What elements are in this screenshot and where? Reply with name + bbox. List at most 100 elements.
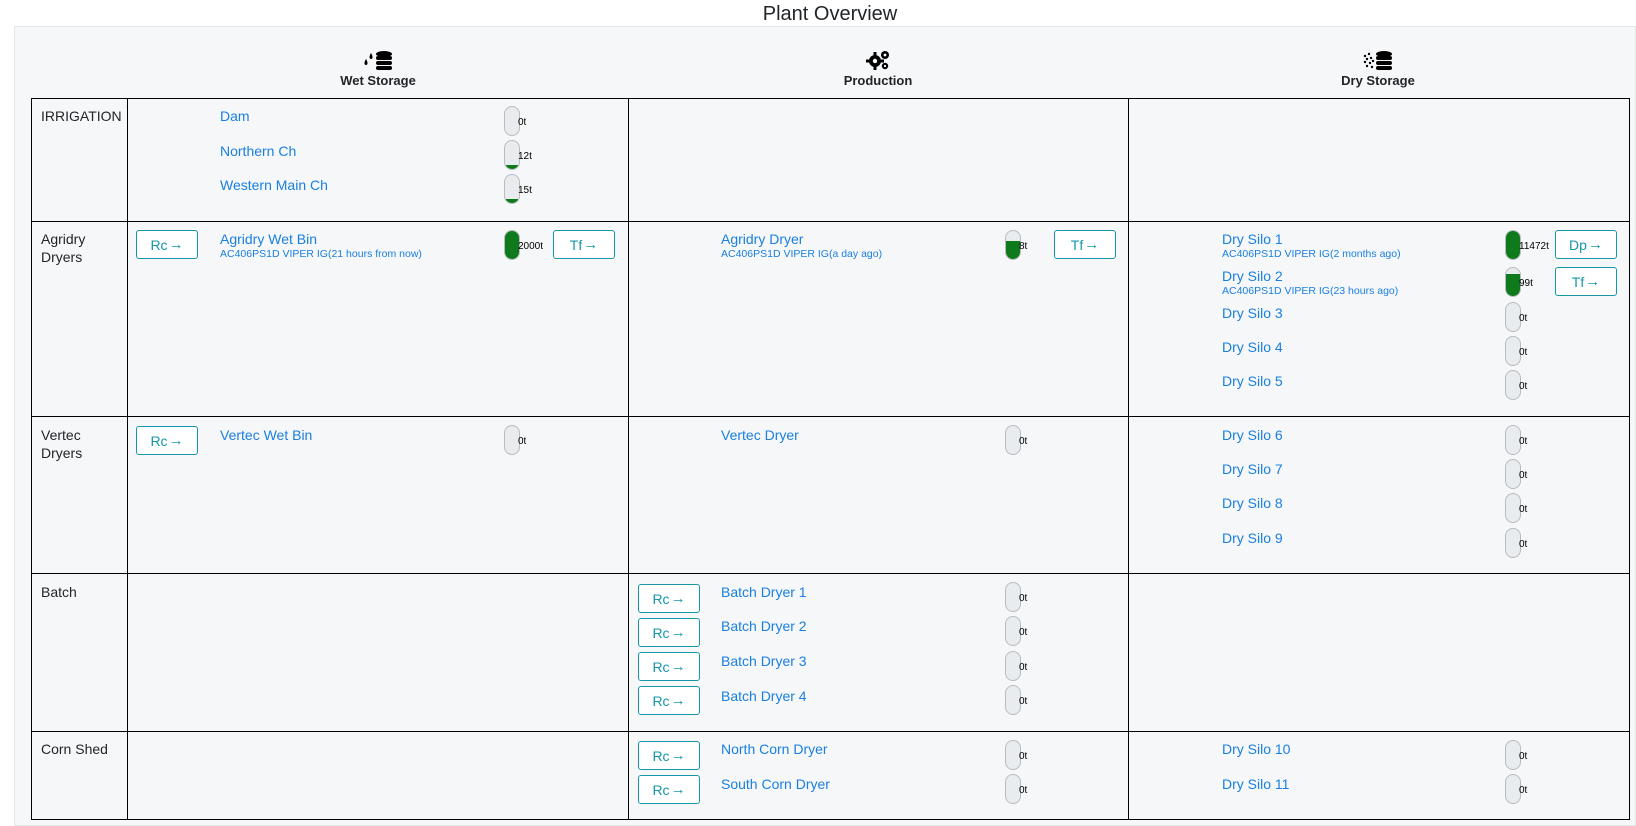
unit-dry-silo-10: Dry Silo 10 xyxy=(1222,741,1290,758)
unit-name-link[interactable]: South Corn Dryer xyxy=(721,776,830,793)
grid-line xyxy=(31,819,1630,820)
unit-batch-info: AC406PS1D VIPER IG(21 hours from now) xyxy=(220,248,422,260)
grid-line xyxy=(1128,98,1129,820)
unit-dry-silo-7: Dry Silo 7 xyxy=(1222,461,1283,478)
unit-name-link[interactable]: Dry Silo 10 xyxy=(1222,741,1290,758)
unit-batch-dryer-1: Batch Dryer 1 xyxy=(721,584,807,601)
button-label: Rc xyxy=(652,781,670,798)
level-gauge-fill xyxy=(505,164,519,169)
row-label-batch: Batch xyxy=(41,584,77,600)
quantity-label: 12t xyxy=(518,151,532,162)
unit-name-link[interactable]: Batch Dryer 1 xyxy=(721,584,807,601)
unit-batch-dryer-3: Batch Dryer 3 xyxy=(721,653,807,670)
unit-name-link[interactable]: Batch Dryer 3 xyxy=(721,653,807,670)
button-label: Dp xyxy=(1569,236,1587,253)
arrow-right-icon: → xyxy=(1587,236,1603,253)
quantity-label: 8t xyxy=(1019,241,1028,252)
unit-name-link[interactable]: Batch Dryer 2 xyxy=(721,618,807,635)
unit-name-link[interactable]: Dry Silo 2 xyxy=(1222,268,1398,285)
quantity-label: 0t xyxy=(518,117,527,128)
receive-button-batch-dryer-1[interactable]: Rc → xyxy=(638,584,700,613)
unit-name-link[interactable]: Dry Silo 5 xyxy=(1222,373,1283,390)
button-label: Tf xyxy=(1571,273,1585,290)
quantity-label: 2000t xyxy=(518,241,544,252)
unit-name-link[interactable]: Agridry Wet Bin xyxy=(220,231,422,248)
receive-button-batch-dryer-2[interactable]: Rc → xyxy=(638,618,700,647)
level-gauge-fill xyxy=(1506,231,1520,259)
unit-dry-silo-4: Dry Silo 4 xyxy=(1222,339,1283,356)
unit-vertec-wet-bin: Vertec Wet Bin xyxy=(220,427,312,444)
row-label-vertec-dryers: Vertec Dryers xyxy=(41,427,83,461)
grid-line xyxy=(31,221,1630,222)
grid-line xyxy=(31,573,1630,574)
quantity-label: 0t xyxy=(1519,751,1528,762)
grid-line xyxy=(31,731,1630,732)
unit-batch-info: AC406PS1D VIPER IG(23 hours ago) xyxy=(1222,285,1399,297)
unit-name-link[interactable]: Northern Ch xyxy=(220,143,296,160)
unit-name-link[interactable]: North Corn Dryer xyxy=(721,741,828,758)
transfer-button-agridry-dryer[interactable]: Tf → xyxy=(1054,230,1116,259)
dispatch-button-dry-silo-1[interactable]: Dp → xyxy=(1555,230,1617,259)
arrow-right-icon: → xyxy=(168,236,184,253)
unit-name-link[interactable]: Dry Silo 4 xyxy=(1222,339,1283,356)
receive-button-south-corn-dryer[interactable]: Rc → xyxy=(638,775,700,804)
unit-dry-silo-9: Dry Silo 9 xyxy=(1222,530,1283,547)
arrow-right-icon: → xyxy=(1084,236,1100,253)
unit-dry-silo-6: Dry Silo 6 xyxy=(1222,427,1283,444)
quantity-label: 0t xyxy=(1519,470,1528,481)
receive-button-agridry-wet-bin[interactable]: Rc → xyxy=(136,230,198,259)
unit-name-link[interactable]: Dry Silo 9 xyxy=(1222,530,1283,547)
unit-name-link[interactable]: Dry Silo 1 xyxy=(1222,231,1401,248)
quantity-label: 0t xyxy=(1019,785,1028,796)
unit-dry-silo-11: Dry Silo 11 xyxy=(1222,776,1289,793)
unit-dam: Dam xyxy=(220,108,250,125)
transfer-button-agridry-wet-bin[interactable]: Tf → xyxy=(553,230,615,259)
unit-name-link[interactable]: Dry Silo 7 xyxy=(1222,461,1283,478)
unit-northern-ch: Northern Ch xyxy=(220,143,296,160)
quantity-label: 0t xyxy=(1519,436,1528,447)
unit-batch-dryer-2: Batch Dryer 2 xyxy=(721,618,807,635)
unit-name-link[interactable]: Dry Silo 6 xyxy=(1222,427,1283,444)
quantity-label: 0t xyxy=(1019,751,1028,762)
grid-line xyxy=(31,98,32,820)
level-gauge-fill xyxy=(505,198,519,203)
receive-button-north-corn-dryer[interactable]: Rc → xyxy=(638,741,700,770)
quantity-label: 0t xyxy=(1519,381,1528,392)
quantity-label: 0t xyxy=(518,436,527,447)
arrow-right-icon: → xyxy=(670,658,686,675)
quantity-label: 0t xyxy=(1019,696,1028,707)
receive-button-vertec-wet-bin[interactable]: Rc → xyxy=(136,426,198,455)
column-header-wet-storage: Wet Storage xyxy=(178,50,578,88)
unit-western-main-ch: Western Main Ch xyxy=(220,177,328,194)
row-label-corn-shed: Corn Shed xyxy=(41,741,108,757)
arrow-right-icon: → xyxy=(1585,273,1601,290)
receive-button-batch-dryer-3[interactable]: Rc → xyxy=(638,652,700,681)
receive-button-batch-dryer-4[interactable]: Rc → xyxy=(638,686,700,715)
quantity-label: 15t xyxy=(518,185,532,196)
button-label: Rc xyxy=(652,590,670,607)
unit-name-link[interactable]: Vertec Wet Bin xyxy=(220,427,312,444)
unit-north-corn-dryer: North Corn Dryer xyxy=(721,741,828,758)
transfer-button-dry-silo-2[interactable]: Tf → xyxy=(1555,267,1617,296)
grid-line xyxy=(31,416,1630,417)
unit-name-link[interactable]: Vertec Dryer xyxy=(721,427,799,444)
unit-vertec-dryer: Vertec Dryer xyxy=(721,427,799,444)
unit-name-link[interactable]: Dry Silo 8 xyxy=(1222,495,1283,512)
quantity-label: 0t xyxy=(1519,504,1528,515)
quantity-label: 99t xyxy=(1519,278,1533,289)
arrow-right-icon: → xyxy=(670,624,686,641)
unit-batch-info: AC406PS1D VIPER IG(a day ago) xyxy=(721,248,883,260)
button-label: Rc xyxy=(150,236,168,253)
unit-name-link[interactable]: Western Main Ch xyxy=(220,177,328,194)
arrow-right-icon: → xyxy=(670,692,686,709)
unit-name-link[interactable]: Batch Dryer 4 xyxy=(721,688,807,705)
row-label-agridry-dryers: Agridry Dryers xyxy=(41,231,86,265)
button-label: Rc xyxy=(150,432,168,449)
arrow-right-icon: → xyxy=(670,781,686,798)
unit-name-link[interactable]: Dam xyxy=(220,108,250,125)
unit-name-link[interactable]: Dry Silo 3 xyxy=(1222,305,1283,322)
unit-name-link[interactable]: Dry Silo 11 xyxy=(1222,776,1289,793)
arrow-right-icon: → xyxy=(670,747,686,764)
unit-name-link[interactable]: Agridry Dryer xyxy=(721,231,882,248)
quantity-label: 0t xyxy=(1519,539,1528,550)
